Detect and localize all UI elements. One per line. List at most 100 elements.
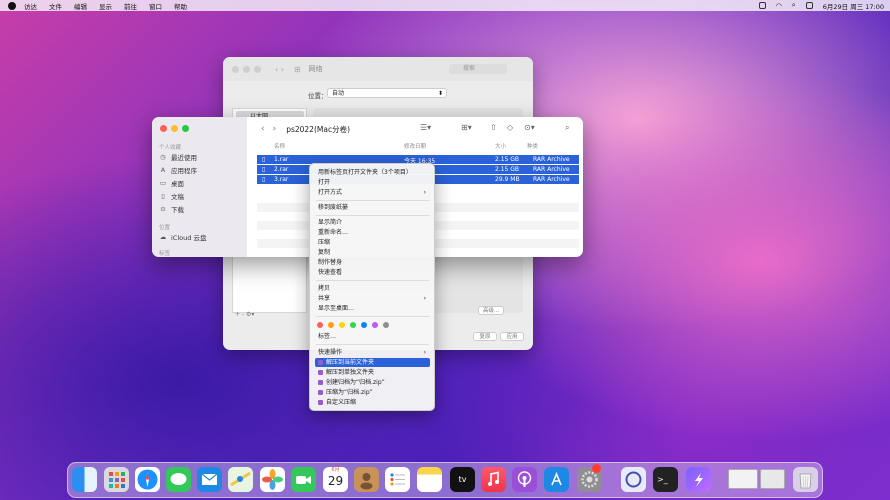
sidebar-item-downloads[interactable]: ⊙ 下载: [159, 204, 184, 214]
control-center-icon[interactable]: [805, 2, 813, 9]
window-icon[interactable]: [760, 469, 785, 489]
menubar-clock[interactable]: 6月29日 周三 17:00: [823, 1, 884, 11]
tag-purple[interactable]: [372, 322, 378, 328]
zoom-button[interactable]: [182, 125, 189, 132]
menu-item-make-alias[interactable]: 制作替身: [315, 258, 430, 267]
sidebar-item-label: 下载: [171, 206, 184, 214]
advanced-button[interactable]: 高级...: [478, 306, 504, 315]
tag-icon[interactable]: ◇: [507, 123, 513, 132]
tag-blue[interactable]: [361, 322, 367, 328]
tv-icon[interactable]: tv: [450, 467, 475, 492]
notes-icon[interactable]: [417, 467, 442, 492]
maps-icon[interactable]: [228, 467, 253, 492]
trash-icon[interactable]: [793, 467, 818, 492]
menu-item-compress[interactable]: 压缩: [315, 238, 430, 247]
menu-item-quick-look[interactable]: 快速查看: [315, 268, 430, 277]
menu-item-move-to-trash[interactable]: 移到废纸篓: [315, 203, 430, 212]
messages-icon[interactable]: [166, 467, 191, 492]
tag-red[interactable]: [317, 322, 323, 328]
mail-icon[interactable]: [197, 467, 222, 492]
menu-item-get-info[interactable]: 显示简介: [315, 218, 430, 227]
menu-item-open[interactable]: 打开: [315, 178, 430, 187]
battery-icon[interactable]: [758, 2, 766, 9]
menu-item-rename[interactable]: 重新命名…: [315, 228, 430, 237]
safari-icon[interactable]: [135, 467, 160, 492]
menu-file[interactable]: 文件: [49, 1, 62, 11]
music-icon[interactable]: [481, 467, 506, 492]
menu-item-create-archive-zip[interactable]: 创建归档为“归档.zip”: [315, 378, 430, 387]
grid-icon[interactable]: ⊞: [294, 65, 301, 74]
column-name[interactable]: 名称: [274, 142, 285, 150]
menu-item-copy[interactable]: 拷贝: [315, 284, 430, 293]
zoom-button[interactable]: [254, 65, 261, 73]
sidebar-item-applications[interactable]: A 应用程序: [159, 165, 197, 175]
column-date[interactable]: 修改日期: [404, 142, 426, 150]
menu-item-custom-compress[interactable]: 自定义压缩: [315, 398, 430, 407]
menu-item-tags[interactable]: 标签…: [315, 332, 430, 341]
menu-item-open-in-new-tabs[interactable]: 用新标签页打开文件夹（3个项目）: [315, 168, 430, 177]
finder-icon[interactable]: [72, 467, 97, 492]
minimize-button[interactable]: [171, 125, 178, 132]
menu-window[interactable]: 窗口: [149, 1, 162, 11]
apple-menu-icon[interactable]: [8, 1, 16, 10]
revert-button[interactable]: 复原: [473, 332, 497, 341]
calendar-day: 29: [327, 474, 344, 488]
menu-go[interactable]: 前往: [124, 1, 137, 11]
terminal-icon[interactable]: >_: [653, 467, 678, 492]
close-button[interactable]: [160, 125, 167, 132]
apply-button[interactable]: 应用: [500, 332, 524, 341]
search-icon[interactable]: ⌕: [565, 123, 569, 133]
tag-orange[interactable]: [328, 322, 334, 328]
menu-item-share[interactable]: 共享 ›: [315, 294, 430, 303]
tag-yellow[interactable]: [339, 322, 345, 328]
menu-finder[interactable]: 访达: [24, 1, 37, 11]
window-icon[interactable]: [728, 469, 758, 489]
menu-item-quick-actions[interactable]: 快速操作 ›: [315, 348, 430, 357]
search-icon[interactable]: ⌕: [792, 1, 796, 10]
finder-toolbar: ‹› ps2022(Mac分卷) ☰▾ ⊞▾ ⇧ ◇ ⊙▾ ⌕: [247, 117, 583, 141]
podcasts-icon[interactable]: [512, 467, 537, 492]
column-kind[interactable]: 种类: [527, 142, 538, 150]
wifi-icon[interactable]: ◠: [776, 2, 782, 10]
minimize-button[interactable]: [243, 65, 250, 73]
menu-view[interactable]: 显示: [99, 1, 112, 11]
contacts-icon[interactable]: [354, 467, 379, 492]
facetime-icon[interactable]: [291, 467, 316, 492]
tag-gray[interactable]: [383, 322, 389, 328]
menu-edit[interactable]: 编辑: [74, 1, 87, 11]
menu-separator: [316, 280, 429, 281]
location-select[interactable]: 自动 ⬍: [327, 88, 447, 98]
menu-item-show-on-desktop[interactable]: 显示至桌面…: [315, 304, 430, 313]
sidebar-item-documents[interactable]: ▯ 文稿: [159, 191, 184, 201]
menu-item-compress-zip[interactable]: 压缩为“归档.zip”: [315, 388, 430, 397]
share-icon[interactable]: ⇧: [490, 123, 497, 132]
back-forward-icon[interactable]: ‹ ›: [275, 65, 284, 74]
menu-item-duplicate[interactable]: 复制: [315, 248, 430, 257]
photos-icon[interactable]: [260, 467, 285, 492]
appstore-icon[interactable]: [544, 467, 569, 492]
close-button[interactable]: [232, 65, 239, 73]
back-forward-icon[interactable]: ‹›: [261, 124, 284, 134]
column-size[interactable]: 大小: [495, 142, 506, 150]
sidebar-item-recents[interactable]: ◷ 最近使用: [159, 152, 197, 162]
more-actions-icon[interactable]: ⊙▾: [524, 123, 535, 132]
menu-help[interactable]: 帮助: [174, 1, 187, 11]
menu-item-extract-to-folder[interactable]: 解压到单独文件夹: [315, 368, 430, 377]
menu-separator: [316, 215, 429, 216]
sidebar-item-desktop[interactable]: ▭ 桌面: [159, 178, 184, 188]
calendar-icon[interactable]: 6月 29: [323, 467, 348, 492]
calendar-month: 6月: [331, 467, 340, 473]
sync-icon[interactable]: [621, 467, 646, 492]
sidebar-item-icloud[interactable]: ☁ iCloud 云盘: [159, 232, 207, 242]
reminders-icon[interactable]: [385, 467, 410, 492]
group-icon[interactable]: ⊞▾: [461, 123, 472, 132]
list-view-icon[interactable]: ☰▾: [420, 123, 431, 132]
network-search-field[interactable]: 搜索: [449, 64, 507, 74]
add-remove-service-controls[interactable]: + - ⚙▾: [235, 311, 254, 318]
menu-item-extract-here[interactable]: 解压到当前文件夹: [315, 358, 430, 367]
shortcuts-icon[interactable]: [686, 467, 711, 492]
tag-green[interactable]: [350, 322, 356, 328]
launchpad-icon[interactable]: [104, 467, 129, 492]
menu-item-label: 解压到当前文件夹: [326, 359, 375, 366]
menu-item-open-with[interactable]: 打开方式 ›: [315, 188, 430, 197]
